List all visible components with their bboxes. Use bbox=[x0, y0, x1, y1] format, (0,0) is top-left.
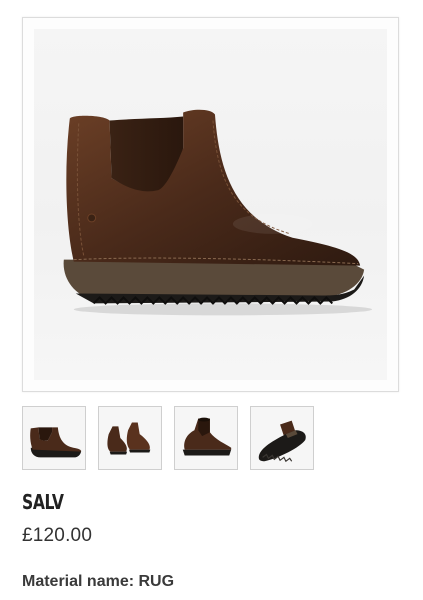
product-price: £120.00 bbox=[22, 525, 93, 546]
main-product-image[interactable] bbox=[22, 17, 399, 392]
product-name: SALV bbox=[22, 490, 64, 514]
thumbnail-boot-pair[interactable] bbox=[98, 406, 162, 470]
thumbnail-boot-sole[interactable] bbox=[250, 406, 314, 470]
material-name: Material name: RUG bbox=[22, 573, 175, 590]
thumbnail-strip bbox=[22, 406, 322, 472]
boot-main-illustration bbox=[63, 109, 373, 316]
thumbnail-boot-angled[interactable] bbox=[174, 406, 238, 470]
main-image-area bbox=[34, 29, 387, 380]
thumbnail-boot-side[interactable] bbox=[22, 406, 86, 470]
